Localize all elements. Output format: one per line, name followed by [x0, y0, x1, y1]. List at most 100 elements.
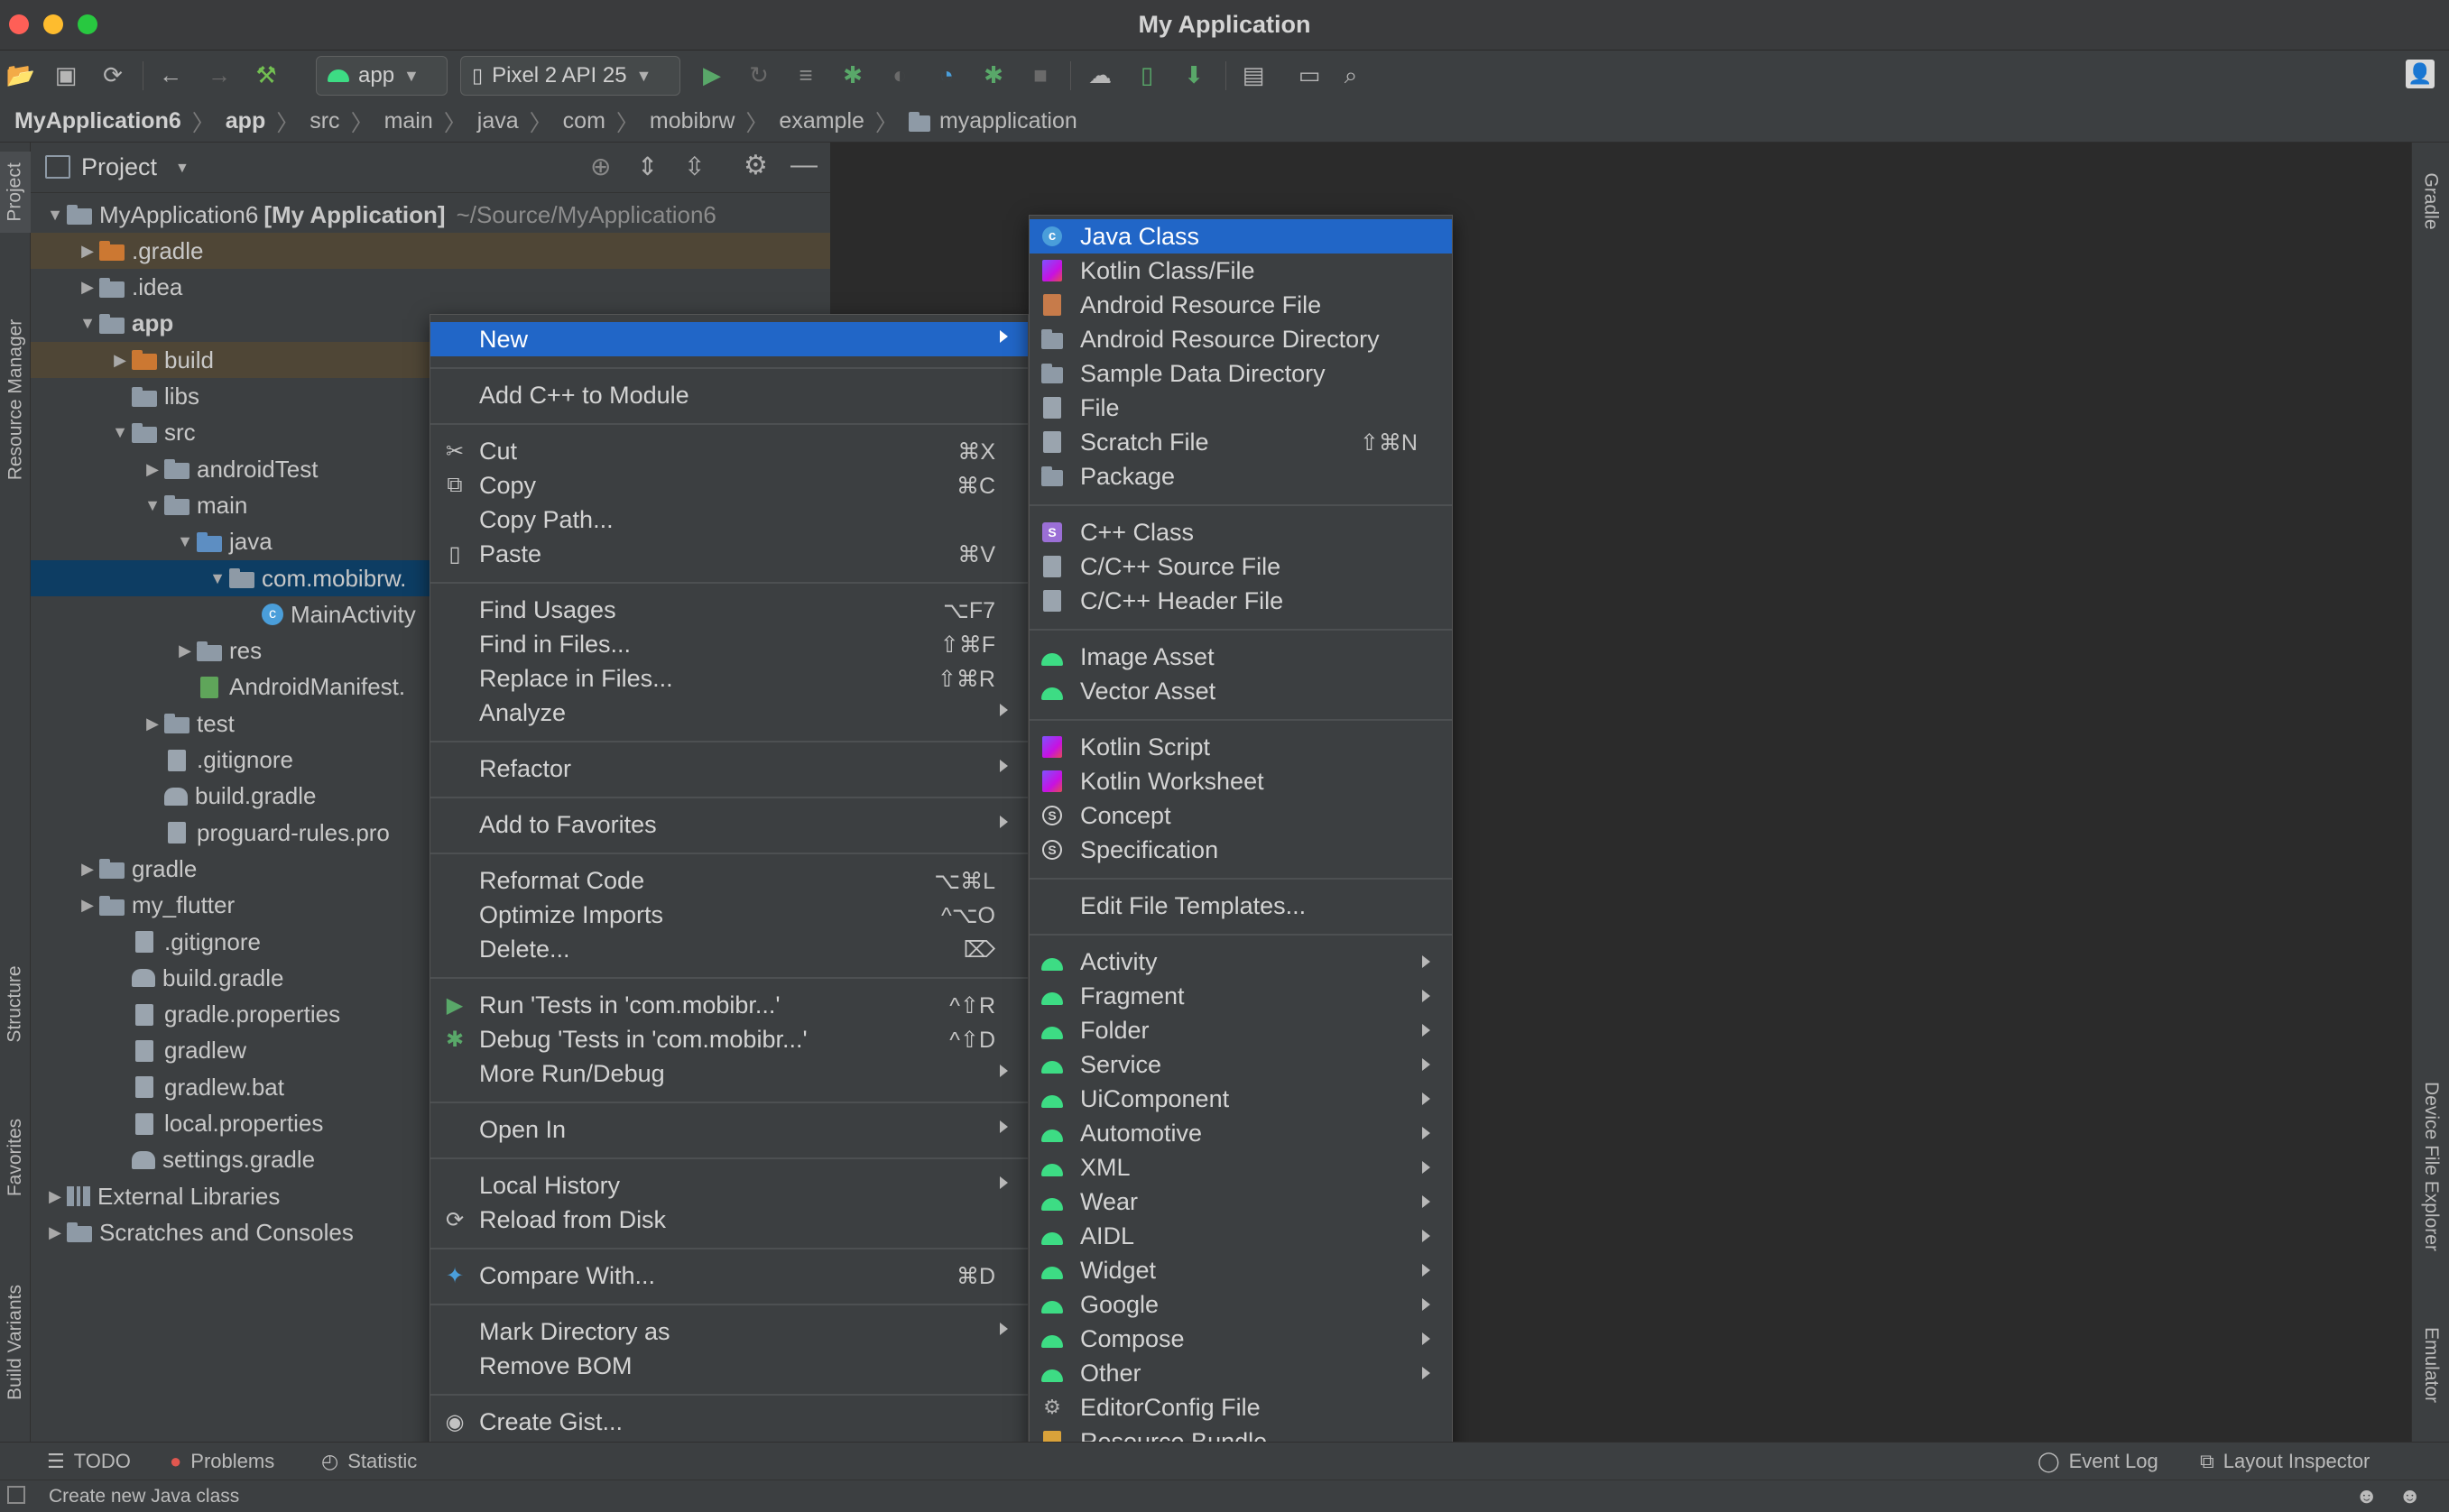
- apply-changes-icon[interactable]: ↻: [744, 60, 774, 90]
- tab-todo[interactable]: ☰ TODO: [47, 1450, 131, 1473]
- menu-item-copy[interactable]: ⧉ Copy ⌘C: [430, 468, 1028, 502]
- tab-project[interactable]: Project: [0, 152, 31, 233]
- attach-debugger-icon[interactable]: ✱: [978, 60, 1009, 90]
- tree-node[interactable]: ▼ MyApplication6 [My Application] ~/Source…: [31, 197, 830, 233]
- new-vector-asset[interactable]: Vector Asset: [1030, 674, 1452, 708]
- project-view-select[interactable]: Project: [81, 153, 157, 181]
- chevron-right-icon[interactable]: ▶: [173, 641, 197, 660]
- run-icon[interactable]: ▶: [697, 60, 727, 90]
- menu-item-debug-tests[interactable]: ✱ Debug 'Tests in 'com.mobibr...' ^⇧D: [430, 1022, 1028, 1056]
- new-editorconfig-file[interactable]: ⚙ EditorConfig File: [1030, 1390, 1452, 1424]
- new-automotive[interactable]: Automotive: [1030, 1116, 1452, 1150]
- new-xml[interactable]: XML: [1030, 1150, 1452, 1185]
- tree-node[interactable]: ▶ .gradle: [31, 233, 830, 270]
- new-activity[interactable]: Activity: [1030, 945, 1452, 979]
- new-sample-data-directory[interactable]: Sample Data Directory: [1030, 356, 1452, 391]
- hide-icon[interactable]: —: [790, 150, 818, 180]
- new-service[interactable]: Service: [1030, 1047, 1452, 1082]
- breadcrumb-item[interactable]: myapplication: [939, 108, 1077, 134]
- menu-item-delete[interactable]: Delete... ⌦: [430, 932, 1028, 966]
- new-aidl[interactable]: AIDL: [1030, 1219, 1452, 1253]
- new-android-resource-directory[interactable]: Android Resource Directory: [1030, 322, 1452, 356]
- expand-all-icon[interactable]: ⇕: [637, 152, 658, 181]
- menu-item-remove-bom[interactable]: Remove BOM: [430, 1349, 1028, 1383]
- new-scratch-file[interactable]: Scratch File ⇧⌘N: [1030, 425, 1452, 459]
- new-folder[interactable]: Folder: [1030, 1013, 1452, 1047]
- back-icon[interactable]: ←: [155, 60, 186, 90]
- feedback-icon[interactable]: ☻: [2398, 1484, 2421, 1509]
- menu-item-analyze[interactable]: Analyze: [430, 696, 1028, 730]
- search-icon[interactable]: ⌕: [1335, 60, 1366, 90]
- gear-icon[interactable]: ⚙: [744, 150, 768, 181]
- menu-item-add-to-favorites[interactable]: Add to Favorites: [430, 807, 1028, 842]
- menu-item-compare-with[interactable]: ✦ Compare With... ⌘D: [430, 1258, 1028, 1293]
- new-kotlin-script[interactable]: Kotlin Script: [1030, 730, 1452, 764]
- tool-windows-icon[interactable]: [7, 1486, 25, 1504]
- user-icon[interactable]: 👤: [2406, 60, 2435, 88]
- menu-item-create-gist[interactable]: ◉ Create Gist...: [430, 1405, 1028, 1439]
- chevron-right-icon[interactable]: ▶: [108, 351, 132, 370]
- tab-layout-inspector[interactable]: ⧉ Layout Inspector: [2200, 1450, 2370, 1473]
- breadcrumb-item[interactable]: MyApplication6: [14, 108, 181, 134]
- breadcrumb-item[interactable]: com: [563, 108, 605, 134]
- chevron-down-icon[interactable]: ▼: [43, 206, 67, 225]
- chevron-right-icon[interactable]: ▶: [141, 460, 164, 479]
- chevron-right-icon[interactable]: ▶: [76, 278, 99, 297]
- coverage-icon[interactable]: ◐: [884, 60, 915, 90]
- chevron-down-icon[interactable]: ▼: [206, 569, 229, 588]
- chevron-down-icon[interactable]: ▼: [175, 161, 189, 177]
- new-c-cpp-header-file[interactable]: C/C++ Header File: [1030, 584, 1452, 618]
- new-kotlin-class-file[interactable]: Kotlin Class/File: [1030, 254, 1452, 288]
- profile-icon[interactable]: ◔: [931, 60, 962, 90]
- new-other[interactable]: Other: [1030, 1356, 1452, 1390]
- new-c-cpp-source-file[interactable]: C/C++ Source File: [1030, 549, 1452, 584]
- chevron-down-icon[interactable]: ▼: [141, 496, 164, 515]
- chevron-right-icon[interactable]: ▶: [43, 1187, 67, 1206]
- new-wear[interactable]: Wear: [1030, 1185, 1452, 1219]
- menu-item-find-in-files[interactable]: Find in Files... ⇧⌘F: [430, 627, 1028, 661]
- run-config-select[interactable]: app ▼: [316, 56, 448, 96]
- menu-item-add-cpp[interactable]: Add C++ to Module: [430, 378, 1028, 412]
- project-structure-icon[interactable]: ▤: [1238, 60, 1269, 90]
- gradle-sync-icon[interactable]: ☁: [1085, 60, 1115, 90]
- menu-item-reformat-code[interactable]: Reformat Code ⌥⌘L: [430, 863, 1028, 898]
- menu-item-optimize-imports[interactable]: Optimize Imports ^⌥O: [430, 898, 1028, 932]
- forward-icon[interactable]: →: [204, 60, 235, 90]
- menu-item-cut[interactable]: ✂ Cut ⌘X: [430, 434, 1028, 468]
- avd-manager-icon[interactable]: ▯: [1132, 60, 1162, 90]
- tab-gradle[interactable]: Gradle: [2412, 152, 2449, 251]
- save-icon[interactable]: ▣: [51, 60, 81, 90]
- menu-item-replace-in-files[interactable]: Replace in Files... ⇧⌘R: [430, 661, 1028, 696]
- layout-inspector-icon[interactable]: ▭: [1294, 60, 1325, 90]
- menu-item-open-in[interactable]: Open In: [430, 1112, 1028, 1147]
- new-image-asset[interactable]: Image Asset: [1030, 640, 1452, 674]
- tab-favorites[interactable]: Favorites: [0, 1099, 31, 1216]
- chevron-right-icon[interactable]: ▶: [43, 1223, 67, 1242]
- stop-icon[interactable]: ■: [1025, 60, 1056, 90]
- new-uicomponent[interactable]: UiComponent: [1030, 1082, 1452, 1116]
- build-hammer-icon[interactable]: ⚒: [251, 60, 282, 90]
- chevron-right-icon[interactable]: ▶: [76, 860, 99, 879]
- notifications-icon[interactable]: ☻: [2355, 1484, 2378, 1509]
- new-concept[interactable]: S Concept: [1030, 798, 1452, 833]
- new-package[interactable]: Package: [1030, 459, 1452, 493]
- breadcrumb-item[interactable]: mobibrw: [650, 108, 735, 134]
- collapse-all-icon[interactable]: ⇳: [684, 152, 705, 181]
- menu-item-find-usages[interactable]: Find Usages ⌥F7: [430, 593, 1028, 627]
- new-kotlin-worksheet[interactable]: Kotlin Worksheet: [1030, 764, 1452, 798]
- sync-icon[interactable]: ⟳: [97, 60, 128, 90]
- tab-emulator[interactable]: Emulator: [2412, 1306, 2449, 1424]
- breadcrumb-item[interactable]: example: [779, 108, 864, 134]
- tab-build-variants[interactable]: Build Variants: [0, 1261, 31, 1424]
- new-java-class[interactable]: c Java Class: [1030, 219, 1452, 254]
- new-google[interactable]: Google: [1030, 1287, 1452, 1322]
- chevron-right-icon[interactable]: ▶: [76, 896, 99, 915]
- new-android-resource-file[interactable]: Android Resource File: [1030, 288, 1452, 322]
- menu-item-run-tests[interactable]: ▶ Run 'Tests in 'com.mobibr...' ^⇧R: [430, 988, 1028, 1022]
- locate-icon[interactable]: ⊕: [590, 152, 611, 181]
- tab-event-log[interactable]: ◯ Event Log: [2038, 1450, 2158, 1473]
- new-edit-file-templates[interactable]: Edit File Templates...: [1030, 889, 1452, 923]
- menu-item-new[interactable]: New: [430, 322, 1028, 356]
- tab-statistic[interactable]: ◴ Statistic: [321, 1450, 417, 1473]
- apply-code-changes-icon[interactable]: ≡: [790, 60, 821, 90]
